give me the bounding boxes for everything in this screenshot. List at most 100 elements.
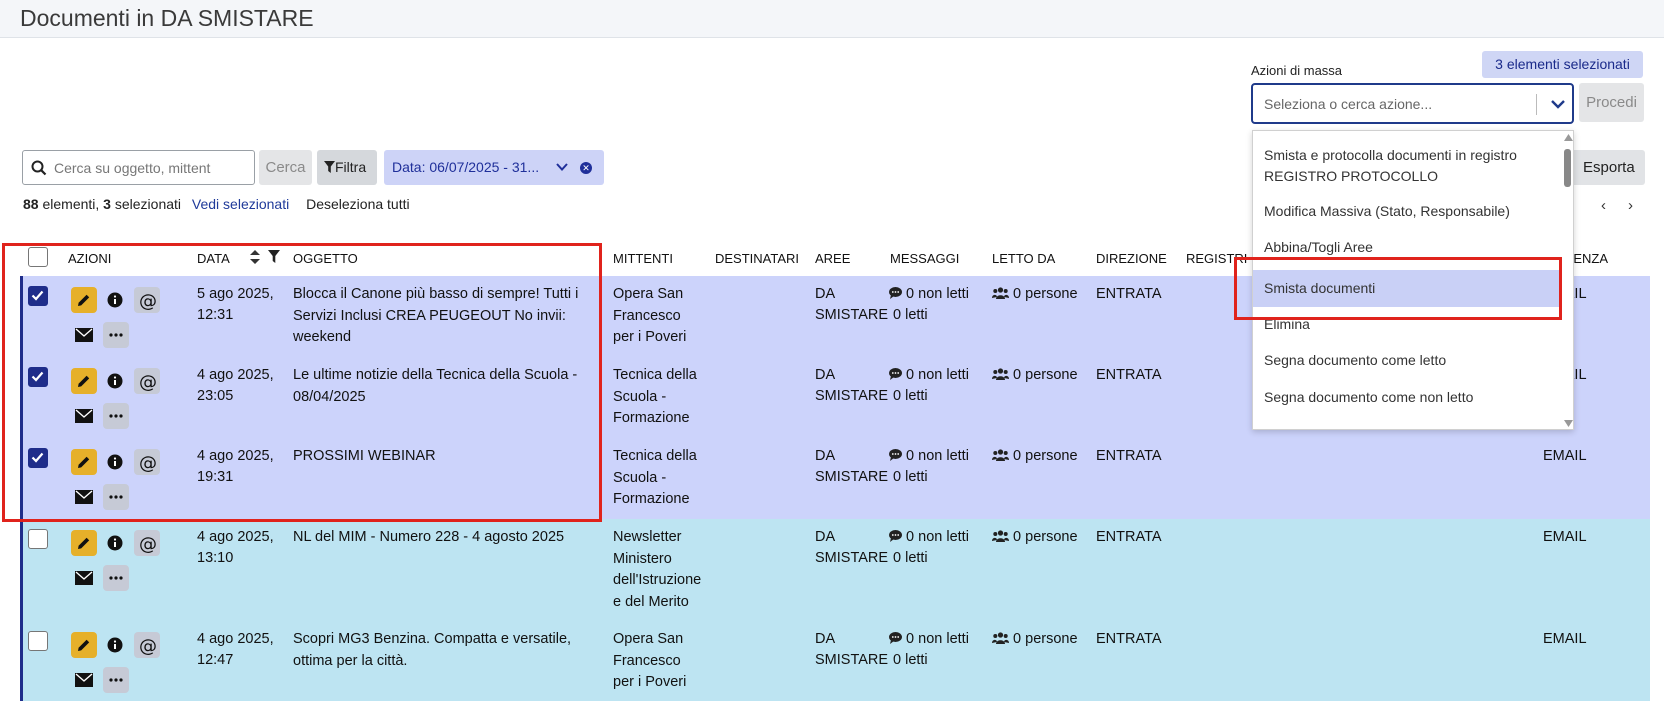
read-by: 0 persone: [992, 629, 1078, 651]
unread-messages: 0 non letti: [889, 446, 969, 468]
chevron-down-icon[interactable]: [1547, 91, 1569, 116]
sender-line: Francesco: [613, 652, 681, 669]
highlight-selected-rows: [2, 243, 602, 522]
read-messages: 0 letti: [893, 307, 928, 323]
subject-line[interactable]: Scopri MG3 Benzina. Compatta e versatile…: [293, 629, 571, 651]
dropdown-option[interactable]: Abbina/Togli Aree: [1264, 237, 1373, 258]
row-checkbox[interactable]: [28, 631, 48, 651]
filter-icon: [324, 161, 335, 173]
dropdown-option[interactable]: Segna documento come letto: [1264, 350, 1446, 371]
message-icon: [889, 529, 902, 545]
view-selected-link[interactable]: Vedi selezionati: [192, 196, 289, 212]
dropdown-option[interactable]: Smista e protocolla documenti in registr…: [1264, 145, 1517, 166]
area-line-1: DA: [815, 448, 836, 464]
read-by: 0 persone: [992, 284, 1078, 306]
filtra-label: Filtra: [335, 159, 367, 175]
unread-count: 0 non letti: [906, 286, 969, 302]
page-header: Documenti in DA SMISTARE: [0, 0, 1664, 38]
sender-line: Newsletter: [613, 529, 682, 545]
envelope-icon[interactable]: [75, 571, 93, 590]
users-icon: [992, 448, 1009, 464]
edit-button[interactable]: [71, 632, 97, 658]
close-icon[interactable]: ✕: [580, 162, 592, 174]
export-label: Esporta: [1583, 159, 1635, 176]
read-messages: 0 letti: [893, 469, 928, 485]
envelope-icon[interactable]: [75, 673, 93, 692]
read-by-count: 0 persone: [1013, 286, 1078, 302]
area-line-1: DA: [815, 286, 836, 302]
sender-line: Francesco: [613, 307, 681, 324]
area-line-2: SMISTARE: [815, 307, 889, 323]
mass-actions-select[interactable]: Seleziona o cerca azione...: [1251, 83, 1574, 124]
read-by-count: 0 persone: [1013, 367, 1078, 383]
unread-count: 0 non letti: [906, 367, 969, 383]
select-separator: [1536, 94, 1537, 115]
edit-button[interactable]: [71, 530, 97, 556]
email-button[interactable]: @: [134, 632, 160, 658]
date-line-1: 4 ago 2025,: [197, 529, 274, 545]
read-by-count: 0 persone: [1013, 631, 1078, 647]
direction: ENTRATA: [1096, 631, 1162, 647]
area-line-1: DA: [815, 529, 836, 545]
unread-count: 0 non letti: [906, 631, 969, 647]
cerca-button[interactable]: Cerca: [259, 150, 312, 185]
users-icon: [992, 367, 1009, 383]
date-line-2: 12:47: [197, 652, 234, 668]
read-by-count: 0 persone: [1013, 529, 1078, 545]
chevron-right-icon[interactable]: ›: [1628, 197, 1633, 214]
area-line-2: SMISTARE: [815, 652, 889, 668]
chevron-down-icon[interactable]: [554, 159, 570, 175]
area-line-1: DA: [815, 631, 836, 647]
info-icon[interactable]: [107, 535, 123, 556]
header-letto-da: LETTO DA: [992, 251, 1056, 266]
sender-line: Opera San: [613, 631, 684, 647]
area-line-2: SMISTARE: [815, 550, 889, 566]
page: Documenti in DA SMISTARE Azioni di massa…: [0, 0, 1664, 701]
dropdown-option[interactable]: Modifica Massiva (Stato, Responsabile): [1264, 201, 1510, 222]
sender-line: per i Poveri: [613, 329, 687, 345]
unread-count: 0 non letti: [906, 529, 969, 545]
read-by: 0 persone: [992, 365, 1078, 387]
date-line-1: 4 ago 2025,: [197, 631, 274, 647]
mass-actions-placeholder: Seleziona o cerca azione...: [1264, 96, 1433, 112]
unread-count: 0 non letti: [906, 448, 969, 464]
header-messaggi: MESSAGGI: [890, 251, 960, 266]
area-line-2: SMISTARE: [815, 388, 889, 404]
deselect-all-link[interactable]: Deseleziona tutti: [306, 196, 410, 212]
filtra-button[interactable]: Filtra: [317, 150, 377, 185]
sender-line: dell'Istruzione: [613, 572, 702, 588]
direction: ENTRATA: [1096, 448, 1162, 464]
procedi-button[interactable]: Procedi: [1579, 83, 1644, 122]
search-input[interactable]: Cerca su oggetto, mittent: [22, 150, 255, 185]
read-messages: 0 letti: [893, 388, 928, 404]
dropdown-option[interactable]: Segna documento come non letto: [1264, 387, 1473, 408]
message-icon: [889, 286, 902, 302]
direction: ENTRATA: [1096, 529, 1162, 545]
more-button[interactable]: [103, 667, 129, 693]
dropdown-option-cont[interactable]: REGISTRO PROTOCOLLO: [1264, 166, 1438, 187]
total-label: elementi,: [38, 196, 104, 212]
scrollbar-thumb[interactable]: [1564, 149, 1571, 187]
subject-line[interactable]: NL del MIM - Numero 228 - 4 agosto 2025: [293, 527, 564, 549]
svg-text:@: @: [139, 535, 157, 553]
selected-label: selezionati: [110, 196, 182, 212]
row-checkbox[interactable]: [28, 529, 48, 549]
highlight-smista-option: [1234, 257, 1562, 320]
more-button[interactable]: [103, 565, 129, 591]
table-row[interactable]: @4 ago 2025, 13:10 NL del MIM - Numero 228…: [20, 519, 1650, 621]
table-row[interactable]: @4 ago 2025, 12:47 Scopri MG3 Benzina. Com…: [20, 621, 1650, 701]
read-messages: 0 letti: [893, 652, 928, 668]
email-button[interactable]: @: [134, 530, 160, 556]
read-by: 0 persone: [992, 527, 1078, 549]
esporta-button[interactable]: Esporta: [1563, 150, 1645, 185]
provenance: EMAIL: [1543, 631, 1587, 647]
unread-messages: 0 non letti: [889, 527, 969, 549]
date-filter-chip[interactable]: Data: 06/07/2025 - 31... ✕: [384, 150, 604, 185]
unread-messages: 0 non letti: [889, 284, 969, 306]
sender-line: e del Merito: [613, 593, 689, 610]
read-by: 0 persone: [992, 446, 1078, 468]
read-by-count: 0 persone: [1013, 448, 1078, 464]
subject-line[interactable]: ottima per la città.: [293, 651, 407, 673]
info-icon[interactable]: [107, 637, 123, 658]
chevron-left-icon[interactable]: ‹: [1601, 197, 1606, 214]
